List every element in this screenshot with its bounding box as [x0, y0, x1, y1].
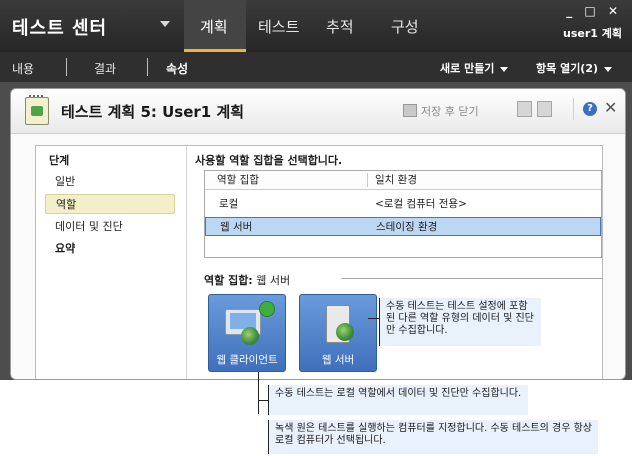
chevron-down-icon: [604, 66, 613, 72]
divider: [147, 58, 148, 76]
table-header: 역할 집합 일치 환경: [205, 171, 601, 190]
open-items-menu[interactable]: 항목 열기(2): [536, 60, 613, 76]
role-tile-web-client[interactable]: 웹 클라이언트: [208, 294, 286, 372]
cell-role-set: 웹 서버: [220, 221, 253, 233]
divider: [66, 58, 67, 76]
divider: [186, 146, 187, 379]
user-label: user1 계획: [563, 27, 622, 40]
chevron-down-icon: [500, 66, 509, 72]
save-close-icon: [403, 104, 417, 117]
callout-line: [258, 400, 268, 401]
test-plan-icon: [25, 95, 49, 125]
subnav-contents[interactable]: 내용: [12, 60, 34, 77]
green-circle-icon: [259, 301, 275, 317]
role-set-label: 역할 집합: 웹 서버: [204, 274, 291, 287]
role-set-table: 역할 집합 일치 환경 로컬 <로컬 컴퓨터 전용> 웹 서버 스테이징 환경: [204, 170, 602, 258]
divider: [573, 98, 574, 120]
column-header-role-set[interactable]: 역할 집합: [217, 171, 259, 189]
cell-environment: 스테이징 환경: [376, 221, 438, 233]
tab-track[interactable]: 추적: [326, 16, 354, 37]
panel-title: 테스트 계획 5: User1 계획: [61, 103, 245, 121]
callout-other-roles: 수동 테스트는 테스트 설정에 포함된 다른 역할 유형의 데이터 및 진단만 …: [379, 298, 541, 346]
step-roles[interactable]: 역할: [45, 194, 175, 214]
panel-header: 테스트 계획 5: User1 계획 저장 후 닫기 ? ✕: [11, 89, 625, 134]
divider: [341, 278, 603, 279]
step-summary[interactable]: 요약: [45, 239, 175, 259]
sub-nav: 내용 결과 속성 새로 만들기 항목 열기(2): [0, 52, 632, 82]
table-row[interactable]: 웹 서버 스테이징 환경: [205, 217, 601, 236]
close-icon[interactable]: ✕: [604, 98, 617, 117]
role-tile-web-server[interactable]: 웹 서버: [299, 294, 377, 372]
table-row[interactable]: 로컬 <로컬 컴퓨터 전용>: [205, 195, 601, 214]
globe-icon: [241, 327, 259, 345]
globe-icon: [336, 323, 354, 341]
step-data-diagnostics[interactable]: 데이터 및 진단: [45, 217, 175, 237]
refresh-icon[interactable]: [537, 101, 552, 117]
help-icon[interactable]: ?: [583, 102, 597, 116]
top-bar: 테스트 센터 계획 테스트 추적 구성 _ □ ✕ user1 계획: [0, 0, 632, 52]
new-menu[interactable]: 새로 만들기: [440, 60, 509, 76]
tab-organize[interactable]: 구성: [391, 16, 419, 37]
callout-local-role: 수동 테스트는 로컬 역할에서 데이터 및 진단만 수집합니다.: [268, 385, 528, 415]
app-title[interactable]: 테스트 센터: [12, 14, 107, 40]
save-and-close-button[interactable]: 저장 후 닫기: [403, 103, 479, 119]
role-tile-label: 웹 클라이언트: [216, 354, 278, 366]
step-general[interactable]: 일반: [45, 172, 175, 192]
role-tile-label: 웹 서버: [321, 354, 355, 366]
subnav-properties[interactable]: 속성: [166, 60, 188, 77]
tab-test[interactable]: 테스트: [258, 16, 299, 37]
cell-environment: <로컬 컴퓨터 전용>: [375, 198, 467, 210]
steps-title: 단계: [49, 154, 70, 167]
subnav-results[interactable]: 결과: [94, 60, 116, 77]
divider: [367, 173, 368, 187]
callout-line: [258, 372, 259, 414]
cell-role-set: 로컬: [219, 198, 239, 210]
column-header-environment[interactable]: 일치 환경: [375, 171, 417, 189]
chevron-down-icon[interactable]: [160, 21, 170, 27]
callout-green-circle: 녹색 원은 테스트를 실행하는 컴퓨터를 지정합니다. 수동 테스트의 경우 항…: [268, 420, 598, 454]
tab-plan[interactable]: 계획: [184, 0, 246, 52]
save-icon[interactable]: [517, 101, 532, 117]
window-controls[interactable]: _ □ ✕: [566, 4, 622, 18]
roles-heading: 사용할 역할 집합을 선택합니다.: [195, 154, 343, 167]
